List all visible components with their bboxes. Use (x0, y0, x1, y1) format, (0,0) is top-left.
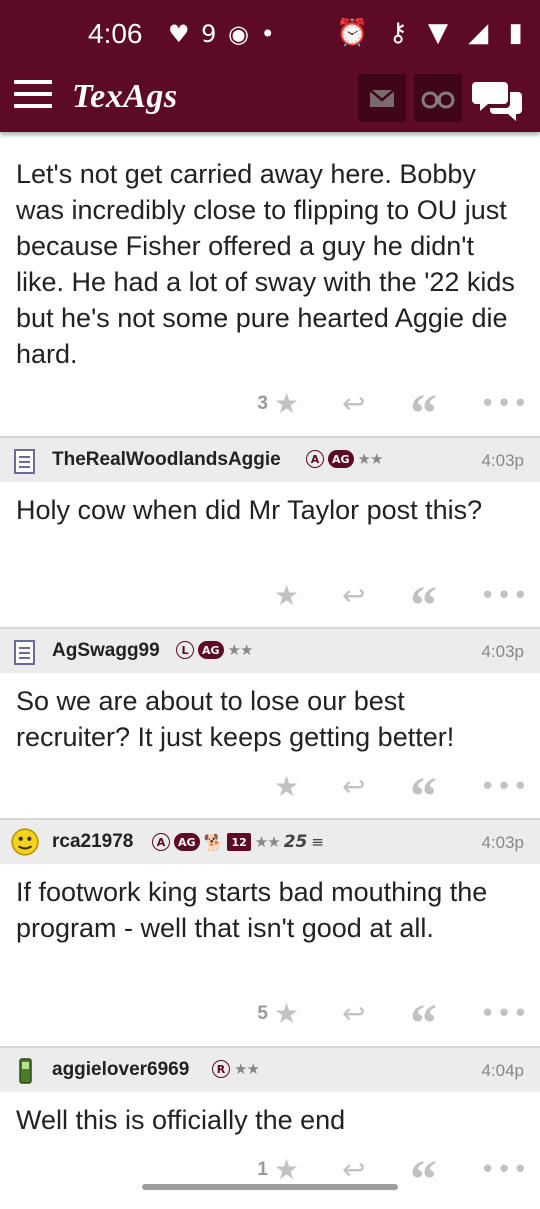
hamburger-menu-icon[interactable] (14, 80, 52, 114)
username[interactable]: AgSwagg99 (52, 640, 160, 662)
document-avatar-icon (14, 449, 35, 474)
star-count: 5 (257, 1003, 268, 1024)
post-actions: 3 ★ ↩ “ ••• (0, 384, 540, 440)
post-header: rca21978 A AG 🐕 12 ★★ 25 ≡ 4:03p (0, 818, 540, 864)
quote-icon[interactable]: “ (410, 769, 437, 823)
status-time: 4:06 (88, 18, 143, 49)
username[interactable]: TheRealWoodlandsAggie (52, 449, 281, 471)
user-stars: ★★ (357, 450, 384, 468)
more-icon[interactable]: ••• (480, 767, 529, 807)
mail-icon (369, 89, 395, 107)
post-actions: ★ ↩ “ ••• (0, 576, 540, 632)
post-body: If footwork king starts bad mouthing the… (16, 877, 488, 943)
status-left-icons: ♥ 9 ◉ • (168, 20, 277, 48)
badge: AG (198, 641, 224, 659)
quote-icon[interactable]: “ (410, 386, 437, 440)
badge: AG (174, 833, 200, 851)
user-stars: ★★ (234, 1060, 260, 1078)
quote-icon[interactable]: “ (410, 578, 437, 632)
star-icon[interactable]: ★ (274, 576, 299, 616)
dog-mascot-icon: 🐕 (203, 832, 224, 852)
binoculars-button[interactable] (414, 74, 462, 122)
reply-icon[interactable]: ↩ (342, 576, 365, 616)
post-actions: ★ ↩ “ ••• (0, 767, 540, 823)
star-icon[interactable]: ★ (274, 384, 299, 424)
user-badges: A AG ★★ (306, 450, 384, 468)
post-time: 4:03p (481, 451, 524, 470)
reply-icon[interactable]: ↩ (342, 994, 365, 1034)
post-body: So we are about to lose our best recruit… (16, 686, 455, 752)
badge: A (152, 833, 170, 851)
bars-icon: ≡ (311, 833, 324, 851)
chat-icon[interactable] (472, 78, 524, 122)
user-badges: L AG ★★ (176, 641, 254, 659)
more-icon[interactable]: ••• (480, 1150, 529, 1190)
app-bar: TexAgs (0, 66, 540, 132)
quote-icon[interactable]: “ (410, 1152, 437, 1206)
post-header: TheRealWoodlandsAggie A AG ★★ 4:03p (0, 436, 540, 482)
badge: L (176, 641, 194, 659)
star-icon[interactable]: ★ (274, 767, 299, 807)
post-body: Let's not get carried away here. Bobby w… (16, 159, 515, 369)
post-actions: 5 ★ ↩ “ ••• (0, 994, 540, 1050)
username[interactable]: aggielover6969 (52, 1059, 189, 1081)
post-body: Holy cow when did Mr Taylor post this? (16, 495, 483, 525)
binoculars-icon (421, 91, 455, 109)
user-stars: ★★ (254, 833, 281, 851)
post-time: 4:03p (481, 642, 524, 661)
reply-icon[interactable]: ↩ (342, 384, 365, 424)
more-icon[interactable]: ••• (480, 384, 529, 424)
gesture-nav-bar[interactable] (142, 1184, 398, 1190)
post-time: 4:04p (481, 1061, 524, 1080)
user-badges: A AG 🐕 12 ★★ 25 ≡ (152, 832, 324, 852)
more-icon[interactable]: ••• (480, 576, 529, 616)
texags-logo[interactable]: TexAgs (72, 78, 178, 116)
smiley-avatar-icon (11, 828, 39, 856)
post-body: Well this is officially the end (16, 1105, 346, 1135)
document-avatar-icon (14, 640, 35, 665)
more-icon[interactable]: ••• (480, 994, 529, 1034)
badge: 12 (227, 833, 251, 851)
status-right-icons: ⏰ ⚷ ▼ ◢ ▮ (336, 18, 529, 48)
user-badges: R ★★ (212, 1060, 260, 1078)
reply-icon[interactable]: ↩ (342, 767, 365, 807)
post-header: aggielover6969 R ★★ 4:04p (0, 1046, 540, 1092)
phone-avatar-icon (19, 1058, 32, 1084)
star-count: 3 (257, 393, 268, 414)
user-stars: ★★ (227, 641, 254, 659)
username[interactable]: rca21978 (52, 831, 133, 853)
extra-badge: 25 (283, 832, 308, 852)
status-bar: 4:06 ♥ 9 ◉ • ⏰ ⚷ ▼ ◢ ▮ (0, 0, 540, 66)
post-time: 4:03p (481, 833, 524, 852)
badge: AG (328, 450, 354, 468)
star-icon[interactable]: ★ (274, 994, 299, 1034)
quote-icon[interactable]: “ (410, 996, 437, 1050)
post-header: AgSwagg99 L AG ★★ 4:03p (0, 627, 540, 673)
mail-button[interactable] (358, 74, 406, 122)
badge: A (306, 450, 324, 468)
badge: R (212, 1060, 230, 1078)
